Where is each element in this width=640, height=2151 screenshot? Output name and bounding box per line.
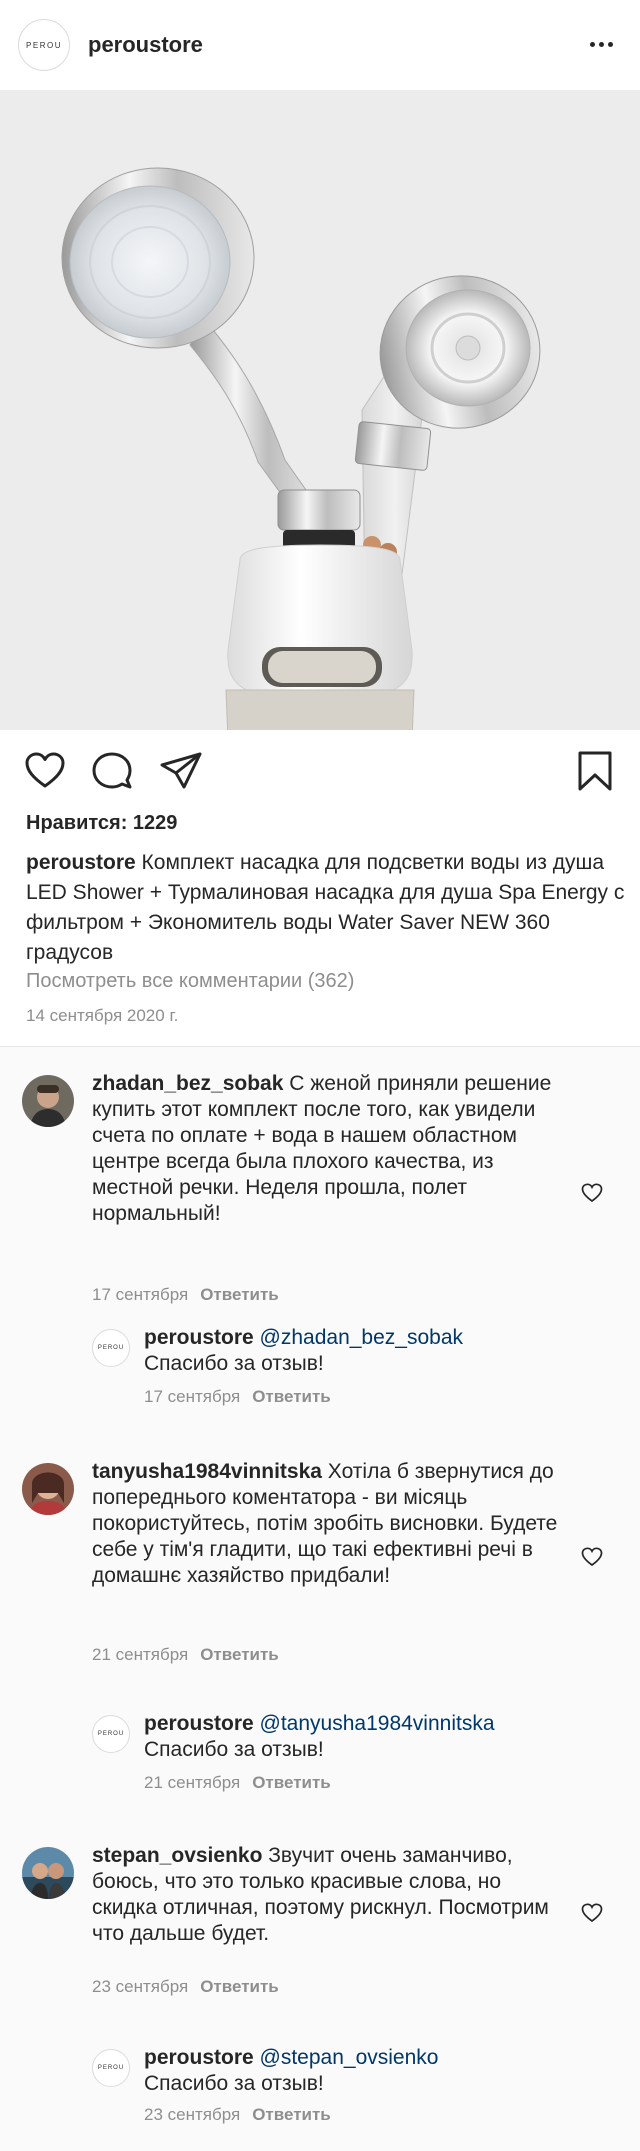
reply-date: 21 сентября bbox=[144, 1773, 241, 1792]
reply-button[interactable]: Ответить bbox=[252, 2105, 331, 2124]
reply-button[interactable]: Ответить bbox=[252, 1773, 331, 1792]
shower-heads-image bbox=[61, 167, 541, 730]
likes-count[interactable]: Нравится: 1229 bbox=[26, 812, 177, 835]
reply-mention[interactable]: @zhadan_bez_sobak bbox=[260, 1326, 463, 1349]
avatar[interactable] bbox=[22, 1463, 74, 1515]
reply-mention[interactable]: @tanyusha1984vinnitska bbox=[260, 1712, 495, 1735]
reply-body: peroustore @tanyusha1984vinnitska Спасиб… bbox=[144, 1711, 614, 1763]
reply-text: Спасибо за отзыв! bbox=[144, 1738, 324, 1761]
comment-body: stepan_ovsienko Звучит очень заманчиво, … bbox=[92, 1843, 562, 1947]
header-username[interactable]: peroustore bbox=[88, 32, 203, 58]
reply-username[interactable]: peroustore bbox=[144, 2046, 254, 2069]
store-avatar-small[interactable]: PEROU bbox=[92, 2049, 130, 2087]
reply-button[interactable]: Ответить bbox=[200, 1285, 279, 1304]
post-caption: peroustore Комплект насадка для подсветк… bbox=[26, 848, 626, 968]
logo-text: PEROU bbox=[26, 40, 62, 50]
reply-button[interactable]: Ответить bbox=[200, 1977, 279, 1996]
comment-meta: 17 сентября Ответить bbox=[92, 1285, 279, 1305]
bookmark-icon[interactable] bbox=[572, 748, 618, 794]
reply-username[interactable]: peroustore bbox=[144, 1326, 254, 1349]
reply-date: 23 сентября bbox=[144, 2105, 241, 2124]
reply-meta: 23 сентября Ответить bbox=[144, 2105, 331, 2125]
store-avatar-small[interactable]: PEROU bbox=[92, 1329, 130, 1367]
comment-username[interactable]: zhadan_bez_sobak bbox=[92, 1072, 283, 1095]
comment-username[interactable]: stepan_ovsienko bbox=[92, 1844, 262, 1867]
comment-date: 23 сентября bbox=[92, 1977, 189, 1996]
comment-body: tanyusha1984vinnitska Хотіла б звернутис… bbox=[92, 1459, 562, 1589]
post-header: PEROU peroustore bbox=[0, 0, 640, 90]
heart-icon[interactable] bbox=[22, 748, 68, 794]
reply-text: Спасибо за отзыв! bbox=[144, 1352, 324, 1375]
reply-text: Спасибо за отзыв! bbox=[144, 2072, 324, 2095]
reply-username[interactable]: peroustore bbox=[144, 1712, 254, 1735]
reply-mention[interactable]: @stepan_ovsienko bbox=[260, 2046, 439, 2069]
comment-date: 21 сентября bbox=[92, 1645, 189, 1664]
comment-icon[interactable] bbox=[89, 748, 135, 794]
share-icon[interactable] bbox=[158, 748, 204, 794]
avatar[interactable] bbox=[22, 1847, 74, 1899]
reply-body: peroustore @zhadan_bez_sobak Спасибо за … bbox=[144, 1325, 614, 1377]
reply-date: 17 сентября bbox=[144, 1387, 241, 1406]
reply-meta: 17 сентября Ответить bbox=[144, 1387, 331, 1407]
comments-section: zhadan_bez_sobak С женой приняли решение… bbox=[0, 1047, 640, 2151]
comment-meta: 21 сентября Ответить bbox=[92, 1645, 279, 1665]
comment-meta: 23 сентября Ответить bbox=[92, 1977, 279, 1997]
comment-like-icon[interactable] bbox=[580, 1545, 604, 1569]
comment-username[interactable]: tanyusha1984vinnitska bbox=[92, 1460, 322, 1483]
logo-text: PEROU bbox=[97, 2065, 125, 2071]
reply-button[interactable]: Ответить bbox=[252, 1387, 331, 1406]
comment-like-icon[interactable] bbox=[580, 1901, 604, 1925]
post-photo bbox=[0, 90, 640, 730]
avatar[interactable] bbox=[22, 1075, 74, 1127]
reply-body: peroustore @stepan_ovsienko Спасибо за о… bbox=[144, 2045, 614, 2097]
more-options-icon[interactable] bbox=[586, 31, 616, 57]
logo-text: PEROU bbox=[97, 1731, 125, 1737]
comment-body: zhadan_bez_sobak С женой приняли решение… bbox=[92, 1071, 562, 1227]
view-all-comments-link[interactable]: Посмотреть все комментарии (362) bbox=[26, 970, 354, 993]
caption-username[interactable]: peroustore bbox=[26, 851, 136, 874]
logo-text: PEROU bbox=[97, 1345, 125, 1351]
comment-date: 17 сентября bbox=[92, 1285, 189, 1304]
reply-meta: 21 сентября Ответить bbox=[144, 1773, 331, 1793]
reply-button[interactable]: Ответить bbox=[200, 1645, 279, 1664]
comment-like-icon[interactable] bbox=[580, 1181, 604, 1205]
action-bar bbox=[0, 730, 640, 810]
post-date: 14 сентября 2020 г. bbox=[26, 1006, 179, 1025]
store-avatar-small[interactable]: PEROU bbox=[92, 1715, 130, 1753]
store-avatar[interactable]: PEROU bbox=[18, 19, 70, 71]
